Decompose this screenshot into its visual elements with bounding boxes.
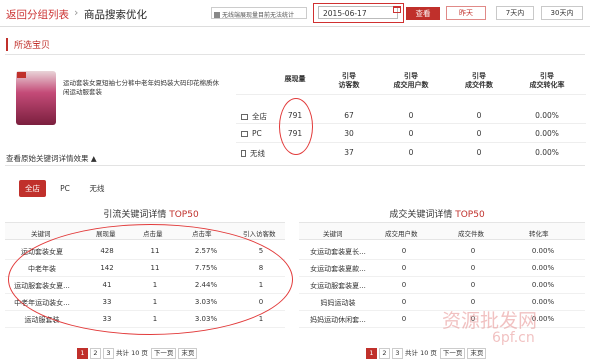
- col-conversion: 转化率: [529, 230, 549, 238]
- watermark: 资源批发网 6pf.cn: [428, 300, 588, 364]
- expand-keyword-detail-link[interactable]: 查看原始关键词详情效果 ▲: [6, 153, 97, 164]
- page-1-button[interactable]: 1: [77, 348, 88, 359]
- page-3-button[interactable]: 3: [103, 348, 114, 359]
- deal-cell-0[interactable]: 妈妈运动休闲套...: [301, 315, 375, 325]
- keyword-rows-highlight-ring: [8, 224, 293, 335]
- pc-conversion: 0.00%: [535, 129, 559, 138]
- deal-cell-1: 0: [401, 281, 407, 289]
- next-page-button[interactable]: 下一页: [150, 348, 177, 359]
- header-visitors: 引导 访客数: [338, 72, 360, 89]
- deal-cell-2: 0: [470, 247, 476, 255]
- back-to-group-list-link[interactable]: 返回分组列表: [6, 7, 69, 22]
- col-keyword: 关键词: [31, 230, 51, 238]
- section-divider: [5, 165, 585, 166]
- date-picker-highlight: 2015-06-17: [313, 3, 404, 23]
- section-title: 所选宝贝: [6, 38, 50, 51]
- col-visitors: 引入访客数: [243, 230, 276, 238]
- product-tag: [17, 72, 26, 78]
- wireless-visitors: 37: [344, 148, 354, 157]
- table-rule: [236, 94, 586, 95]
- store-items: 0: [476, 111, 482, 120]
- row-label-pc: PC: [241, 129, 262, 138]
- deal-cell-1: 0: [401, 247, 407, 255]
- traffic-table-title: 引流关键词详情 TOP50: [103, 210, 199, 220]
- wireless-notice: 无线端展现量目前无法统计: [211, 7, 307, 19]
- range-30days-button[interactable]: 30天内: [541, 6, 583, 20]
- tab-wireless[interactable]: 无线: [84, 180, 110, 197]
- col-items: 成交件数: [458, 230, 484, 238]
- last-page-button[interactable]: 末页: [178, 348, 198, 359]
- section-divider: [5, 54, 585, 55]
- tab-all-store[interactable]: 全店: [19, 180, 46, 197]
- date-input[interactable]: 2015-06-17: [318, 6, 398, 19]
- row-label-store: 全店: [241, 111, 267, 122]
- pc-visitors: 30: [344, 129, 354, 138]
- row-divider: [299, 293, 585, 294]
- wireless-items: 0: [476, 148, 482, 157]
- breadcrumb-separator: ›: [74, 6, 79, 19]
- deal-cell-3: 0.00%: [531, 281, 555, 289]
- deal-cell-2: 0: [470, 264, 476, 272]
- product-name[interactable]: 运动套装女夏短袖七分裤中老年妈妈装大码印花棉质休闲运动服套装: [63, 79, 221, 97]
- watermark-text: 资源批发网: [442, 310, 538, 332]
- deal-cell-0[interactable]: 女运动套装夏款...: [301, 264, 375, 274]
- store-buyers: 0: [408, 111, 414, 120]
- page-1-button[interactable]: 1: [366, 348, 377, 359]
- deal-cell-0[interactable]: 女运动套装夏长...: [301, 247, 375, 257]
- pc-buyers: 0: [408, 129, 414, 138]
- total-pages: 共计 10 页: [116, 349, 148, 357]
- deal-cell-0[interactable]: 女运动服套装夏...: [301, 281, 375, 291]
- col-keyword: 关键词: [323, 230, 343, 238]
- col-buyers: 成交用户数: [385, 230, 418, 238]
- row-divider: [299, 259, 585, 260]
- traffic-pager: 1 2 3 共计 10 页下一页 末页: [77, 347, 199, 359]
- deal-cell-2: 0: [470, 281, 476, 289]
- page-2-button[interactable]: 2: [90, 348, 101, 359]
- header-conversion: 引导 成交转化率: [529, 72, 565, 89]
- deal-cell-3: 0.00%: [531, 264, 555, 272]
- info-icon: [214, 12, 220, 18]
- deal-cell-1: 0: [401, 298, 407, 306]
- mobile-icon: [241, 150, 246, 157]
- wireless-buyers: 0: [408, 148, 414, 157]
- range-yesterday-button[interactable]: 昨天: [446, 6, 486, 20]
- store-icon: [241, 114, 248, 120]
- tab-pc[interactable]: PC: [53, 180, 77, 197]
- page-3-button[interactable]: 3: [392, 348, 403, 359]
- impressions-highlight-ring: [279, 98, 313, 155]
- row-divider: [299, 276, 585, 277]
- page-title: 商品搜索优化: [84, 9, 147, 21]
- product-image[interactable]: [16, 71, 56, 125]
- query-button[interactable]: 查看: [406, 7, 440, 20]
- notice-text: 无线端展现量目前无法统计: [222, 12, 295, 19]
- deal-cell-1: 0: [401, 315, 407, 323]
- monitor-icon: [241, 131, 248, 137]
- calendar-icon[interactable]: [393, 6, 401, 13]
- deal-table-header: 关键词 成交用户数 成交件数 转化率: [299, 222, 585, 240]
- store-visitors: 67: [344, 111, 354, 120]
- deal-cell-3: 0.00%: [531, 247, 555, 255]
- top-bar: 返回分组列表 › 商品搜索优化 无线端展现量目前无法统计 2015-06-17 …: [0, 0, 590, 27]
- deal-cell-1: 0: [401, 264, 407, 272]
- deal-cell-0[interactable]: 妈妈运动装: [301, 298, 375, 308]
- header-impressions: 展现量: [284, 75, 306, 83]
- header-items: 引导 成交件数: [465, 72, 493, 89]
- deal-table-title: 成交关键词详情 TOP50: [389, 210, 485, 220]
- header-buyers: 引导 成交用户数: [393, 72, 429, 89]
- pc-items: 0: [476, 129, 482, 138]
- range-7days-button[interactable]: 7天内: [496, 6, 534, 20]
- row-label-wireless: 无线: [241, 148, 265, 159]
- wireless-conversion: 0.00%: [535, 148, 559, 157]
- watermark-domain: 6pf.cn: [492, 330, 535, 346]
- page-2-button[interactable]: 2: [379, 348, 390, 359]
- store-conversion: 0.00%: [535, 111, 559, 120]
